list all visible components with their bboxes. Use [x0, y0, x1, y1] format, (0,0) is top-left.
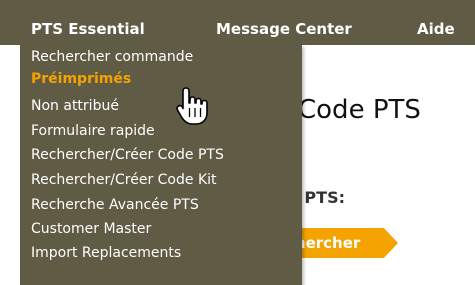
menu-item-formulaire-rapide[interactable]: Formulaire rapide	[31, 120, 299, 142]
menu-item-rechercher-creer-code-pts[interactable]: Rechercher/Créer Code PTS	[31, 144, 299, 166]
menu-item-import-replacements[interactable]: Import Replacements	[31, 242, 299, 264]
menu-item-rechercher-creer-code-kit[interactable]: Rechercher/Créer Code Kit	[31, 169, 299, 191]
menu-item-preimprimes[interactable]: Préimprimés	[31, 68, 299, 90]
pts-essential-dropdown-menu: Rechercher commande Préimprimés Non attr…	[20, 45, 302, 285]
menu-item-non-attribue[interactable]: Non attribué	[31, 95, 299, 117]
menu-item-rechercher-commande[interactable]: Rechercher commande	[31, 46, 299, 68]
menu-item-recherche-avancee-pts[interactable]: Recherche Avancée PTS	[31, 194, 299, 216]
nav-pts-essential[interactable]: PTS Essential	[31, 19, 145, 39]
app-window: PTS Essential Message Center Aide Code P…	[0, 0, 475, 285]
hand-pointer-icon	[176, 87, 208, 125]
nav-message-center[interactable]: Message Center	[216, 19, 352, 39]
menu-item-customer-master[interactable]: Customer Master	[31, 218, 299, 240]
nav-aide[interactable]: Aide	[417, 19, 455, 39]
top-navigation-bar: PTS Essential Message Center Aide	[0, 0, 475, 45]
page-title: Code PTS	[298, 95, 421, 125]
